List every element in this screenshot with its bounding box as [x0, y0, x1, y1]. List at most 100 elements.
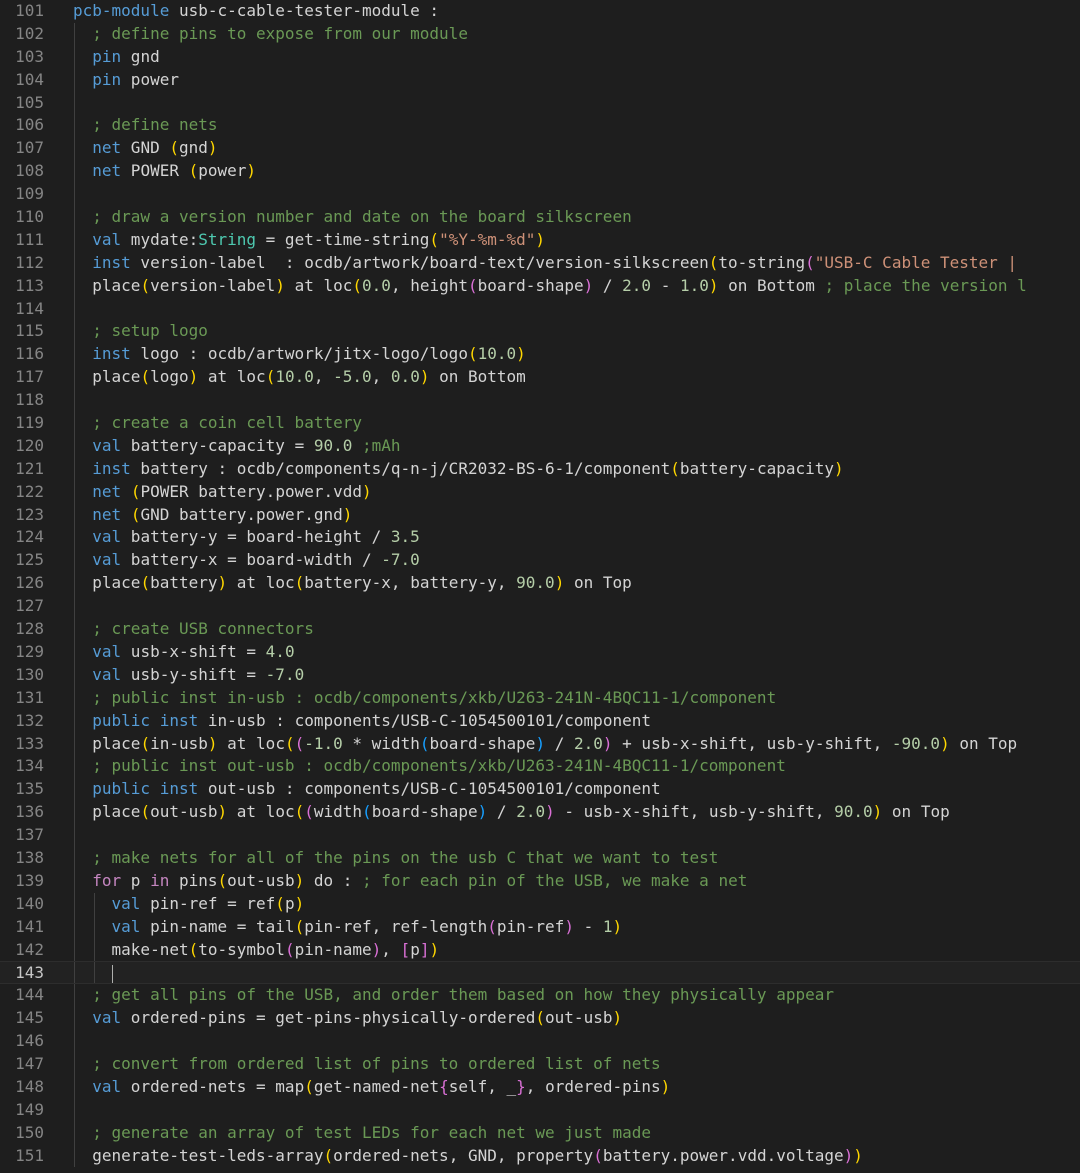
- code-token: ; public inst in-usb : ocdb/components/x…: [92, 687, 777, 707]
- code-line[interactable]: 141 val pin-name = tail(pin-ref, ref-len…: [0, 915, 1080, 939]
- code-token: ): [207, 138, 218, 158]
- code-line[interactable]: 102 ; define pins to expose from our mod…: [0, 22, 1080, 46]
- code-line[interactable]: 127: [0, 595, 1080, 619]
- code-token: ): [246, 161, 257, 181]
- code-line[interactable]: 129 val usb-x-shift = 4.0: [0, 640, 1080, 664]
- code-line[interactable]: 143: [0, 961, 1080, 985]
- code-line[interactable]: 117 place(logo) at loc(10.0, -5.0, 0.0) …: [0, 366, 1080, 390]
- code-line[interactable]: 113 place(version-label) at loc(0.0, hei…: [0, 274, 1080, 298]
- code-line[interactable]: 130 val usb-y-shift = -7.0: [0, 663, 1080, 687]
- code-line[interactable]: 120 val battery-capacity = 90.0 ;mAh: [0, 434, 1080, 458]
- code-line[interactable]: 105: [0, 91, 1080, 115]
- code-line[interactable]: 150 ; generate an array of test LEDs for…: [0, 1121, 1080, 1145]
- code-line[interactable]: 101 pcb-module usb-c-cable-tester-module …: [0, 0, 1080, 23]
- code-token: val: [92, 641, 122, 661]
- code-line[interactable]: 148 val ordered-nets = map(get-named-net…: [0, 1075, 1080, 1099]
- line-number: 115: [15, 321, 44, 341]
- code-token: battery : ocdb/components/q-n-j/CR2032-B…: [130, 458, 671, 478]
- code-line[interactable]: 116 inst logo : ocdb/artwork/jitx-logo/l…: [0, 343, 1080, 367]
- code-line[interactable]: 135 public inst out-usb : components/USB…: [0, 778, 1080, 802]
- code-line[interactable]: 149: [0, 1098, 1080, 1122]
- code-line[interactable]: 111 val mydate:String = get-time-string(…: [0, 228, 1080, 252]
- code-token: on Bottom: [429, 367, 526, 387]
- code-line[interactable]: 132 public inst in-usb : components/USB-…: [0, 709, 1080, 733]
- line-number: 145: [15, 1008, 44, 1028]
- code-token: , height: [390, 275, 468, 295]
- line-number: 122: [15, 481, 44, 501]
- code-token: val: [92, 527, 122, 547]
- code-editor[interactable]: 101 pcb-module usb-c-cable-tester-module …: [0, 0, 1080, 1173]
- code-token: ; make nets for all of the pins on the u…: [92, 847, 719, 867]
- code-line[interactable]: 144 ; get all pins of the USB, and order…: [0, 984, 1080, 1008]
- line-number: 136: [15, 802, 44, 822]
- code-line[interactable]: 142 make-net(to-symbol(pin-name), [p]): [0, 938, 1080, 962]
- code-line[interactable]: 140 val pin-ref = ref(p): [0, 892, 1080, 916]
- line-number: 120: [15, 435, 44, 455]
- code-token: version-label : ocdb/artwork/board-text/…: [130, 252, 709, 272]
- code-token: -7.0: [265, 664, 305, 684]
- code-line[interactable]: 128 ; create USB connectors: [0, 618, 1080, 641]
- code-token: val: [92, 1008, 122, 1028]
- code-line[interactable]: 103 pin gnd: [0, 45, 1080, 69]
- line-number: 147: [15, 1053, 44, 1073]
- code-line[interactable]: 107 net GND (gnd): [0, 137, 1080, 161]
- code-token: in-usb: [150, 733, 208, 753]
- code-token: val: [92, 1076, 122, 1096]
- code-token: at loc: [227, 573, 295, 593]
- code-line[interactable]: 133 place(in-usb) at loc((-1.0 * width(b…: [0, 732, 1080, 756]
- line-number: 137: [15, 825, 44, 845]
- code-token: ): [217, 802, 228, 822]
- code-line[interactable]: 139 for p in pins(out-usb) do : ; for ea…: [0, 869, 1080, 893]
- line-number: 113: [15, 275, 44, 295]
- code-line[interactable]: 125 val battery-x = board-width / -7.0: [0, 549, 1080, 573]
- line-code: [73, 962, 113, 983]
- code-line[interactable]: 115 ; setup logo: [0, 320, 1080, 344]
- code-line[interactable]: 137: [0, 824, 1080, 847]
- code-token: board-shape: [429, 733, 536, 753]
- code-token: on Top: [882, 802, 950, 822]
- code-token: ): [834, 458, 844, 478]
- code-token: (: [265, 367, 276, 387]
- code-line[interactable]: 123 net (GND battery.power.gnd): [0, 503, 1080, 527]
- code-line[interactable]: 145 val ordered-pins = get-pins-physical…: [0, 1007, 1080, 1031]
- code-token: ; define pins to expose from our module: [92, 23, 468, 43]
- line-code: place(out-usb) at loc((width(board-shape…: [73, 801, 950, 824]
- code-line[interactable]: 122 net (POWER battery.power.vdd): [0, 480, 1080, 504]
- code-token: ): [207, 733, 218, 753]
- code-line[interactable]: 104 pin power: [0, 68, 1080, 92]
- code-line[interactable]: 108 net POWER (power): [0, 160, 1080, 184]
- code-line[interactable]: 147 ; convert from ordered list of pins …: [0, 1052, 1080, 1076]
- code-token: out-usb: [545, 1008, 613, 1028]
- code-line[interactable]: 124 val battery-y = board-height / 3.5: [0, 526, 1080, 550]
- line-code: val usb-y-shift = -7.0: [73, 664, 304, 687]
- code-token: public: [92, 779, 151, 799]
- code-line[interactable]: 110 ; draw a version number and date on …: [0, 206, 1080, 229]
- code-token: ,: [313, 367, 334, 387]
- code-line[interactable]: 106 ; define nets: [0, 114, 1080, 138]
- code-line[interactable]: 146: [0, 1030, 1080, 1053]
- code-token: make-net: [111, 939, 189, 959]
- line-number: 105: [15, 92, 44, 112]
- code-line[interactable]: 138 ; make nets for all of the pins on t…: [0, 846, 1080, 870]
- code-token: (: [130, 481, 141, 501]
- code-line[interactable]: 109: [0, 183, 1080, 207]
- code-line[interactable]: 136 place(out-usb) at loc((width(board-s…: [0, 801, 1080, 825]
- code-token: get-named-net: [313, 1076, 440, 1096]
- code-line[interactable]: 121 inst battery : ocdb/components/q-n-j…: [0, 457, 1080, 481]
- code-line[interactable]: 126 place(battery) at loc(battery-x, bat…: [0, 572, 1080, 596]
- code-line[interactable]: 134 ; public inst out-usb : ocdb/compone…: [0, 755, 1080, 779]
- code-token: ): [535, 229, 546, 249]
- line-number: 135: [15, 779, 44, 799]
- line-number: 118: [15, 390, 44, 410]
- code-line[interactable]: 114: [0, 297, 1080, 321]
- code-token: power: [198, 161, 247, 181]
- code-line[interactable]: 131 ; public inst in-usb : ocdb/componen…: [0, 686, 1080, 710]
- line-number: 131: [15, 687, 44, 707]
- code-token: ): [708, 275, 719, 295]
- code-token: power: [121, 69, 179, 89]
- code-line[interactable]: 119 ; create a coin cell battery: [0, 412, 1080, 435]
- code-line[interactable]: 112 inst version-label : ocdb/artwork/bo…: [0, 251, 1080, 275]
- code-line[interactable]: 151 generate-test-leds-array(ordered-net…: [0, 1144, 1080, 1168]
- code-token: board-shape: [477, 275, 584, 295]
- code-line[interactable]: 118: [0, 389, 1080, 413]
